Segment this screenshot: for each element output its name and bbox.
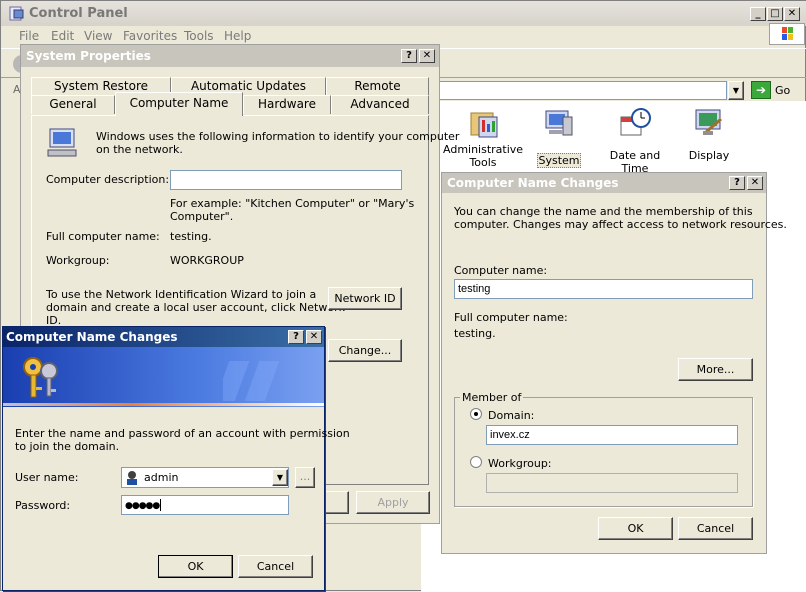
computer-network-icon [46, 126, 80, 160]
menu-view[interactable]: View [84, 29, 112, 43]
close-button[interactable]: ✕ [747, 176, 763, 190]
go-label[interactable]: Go [775, 84, 790, 97]
credentials-intro-1: Enter the name and password of an accoun… [15, 427, 350, 440]
workgroup-radio[interactable] [470, 456, 482, 468]
tab-remote[interactable]: Remote [326, 77, 429, 95]
username-label: User name: [15, 471, 79, 484]
banner-orange-stripe [3, 403, 324, 406]
windows-logo-icon [769, 23, 805, 45]
ok-button[interactable]: OK [158, 555, 233, 578]
full-computer-name-value: testing. [454, 327, 496, 340]
computer-description-input[interactable] [170, 170, 402, 190]
wizard-text-2: domain and create a local user account, … [46, 301, 345, 314]
cancel-button[interactable]: Cancel [678, 517, 753, 540]
example-text-2: Computer". [170, 210, 234, 223]
wizard-text-1: To use the Network Identification Wizard… [46, 288, 317, 301]
menu-tools[interactable]: Tools [184, 29, 214, 43]
tab-general[interactable]: General [31, 95, 115, 114]
member-of-label: Member of [460, 391, 524, 404]
domain-label[interactable]: Domain: [488, 409, 534, 422]
credentials-banner [3, 347, 324, 407]
user-icon [125, 470, 139, 485]
system-properties-titlebar[interactable]: System Properties [21, 45, 439, 67]
banner-watermark-icon [214, 351, 293, 405]
password-label: Password: [15, 499, 71, 512]
computer-name-changes-titlebar[interactable]: Computer Name Changes [442, 173, 766, 193]
workgroup-label: Workgroup: [46, 254, 110, 267]
intro-text-2: on the network. [96, 143, 183, 156]
username-value: admin [144, 471, 179, 484]
username-combobox[interactable]: admin [121, 467, 289, 488]
minimize-button[interactable]: _ [750, 7, 766, 21]
network-id-button[interactable]: Network ID [328, 287, 402, 310]
intro-text-1: You can change the name and the membersh… [454, 205, 753, 218]
radio-dot [474, 412, 478, 416]
password-input[interactable]: ●●●●● [121, 495, 289, 515]
system-item[interactable]: System [533, 107, 589, 171]
help-button[interactable]: ? [401, 49, 417, 63]
close-button[interactable]: ✕ [306, 330, 322, 344]
workgroup-input[interactable] [486, 473, 738, 493]
domain-input[interactable] [486, 425, 738, 445]
window-title: Control Panel [29, 6, 128, 21]
help-button[interactable]: ? [288, 330, 304, 344]
keys-icon [17, 353, 67, 401]
computer-name-input[interactable] [454, 279, 753, 299]
system-label: System [537, 153, 581, 168]
intro-text-1: Windows uses the following information t… [96, 130, 460, 143]
username-dropdown-button[interactable]: ▼ [272, 469, 288, 486]
computer-name-changes-dialog: Computer Name Changes ? ✕ You can change… [441, 172, 787, 554]
date-time-icon [619, 107, 651, 139]
browse-button[interactable]: ... [295, 467, 315, 488]
intro-text-2: computer. Changes may affect access to n… [454, 218, 787, 231]
workgroup-label[interactable]: Workgroup: [488, 457, 552, 470]
address-input[interactable] [437, 81, 727, 100]
menu-file[interactable]: File [19, 29, 39, 43]
menu-help[interactable]: Help [224, 29, 251, 43]
computer-name-label: Computer name: [454, 264, 548, 277]
tab-computer-name[interactable]: Computer Name [115, 92, 243, 116]
full-computer-name-label: Full computer name: [46, 230, 160, 243]
credentials-titlebar[interactable]: Computer Name Changes [3, 327, 324, 347]
close-button[interactable]: ✕ [419, 49, 435, 63]
display-item[interactable]: Display [679, 107, 739, 171]
more-button[interactable]: More... [678, 358, 753, 381]
system-icon [543, 107, 575, 139]
admin-tools-label-2: Tools [469, 156, 497, 169]
password-value: ●●●●● [125, 501, 160, 511]
address-dropdown-button[interactable]: ▼ [728, 81, 744, 100]
control-panel-titlebar[interactable]: Control Panel [1, 1, 806, 26]
help-button[interactable]: ? [729, 176, 745, 190]
menu-edit[interactable]: Edit [51, 29, 74, 43]
cancel-button-partial[interactable] [321, 491, 349, 514]
example-text-1: For example: "Kitchen Computer" or "Mary… [170, 197, 415, 210]
computer-description-label: Computer description: [46, 173, 170, 186]
text-cursor [160, 499, 162, 511]
display-icon [693, 107, 725, 139]
display-label: Display [688, 149, 730, 162]
admin-tools-icon [469, 107, 501, 139]
maximize-button[interactable]: □ [767, 7, 783, 21]
tab-advanced[interactable]: Advanced [331, 95, 429, 114]
dialog-title: Computer Name Changes [447, 176, 619, 190]
dialog-title: Computer Name Changes [6, 330, 178, 344]
dialog-title: System Properties [26, 49, 151, 63]
admin-tools-label-1: Administrative [443, 143, 524, 156]
close-button[interactable]: ✕ [784, 7, 800, 21]
apply-button[interactable]: Apply [356, 491, 430, 514]
cancel-button[interactable]: Cancel [238, 555, 313, 578]
date-time-item[interactable]: Date and Time [597, 107, 673, 175]
domain-radio[interactable] [470, 408, 482, 420]
domain-credentials-dialog: Computer Name Changes ? ✕ Enter the name… [2, 326, 350, 591]
credentials-intro-2: to join the domain. [15, 440, 120, 453]
change-button[interactable]: Change... [328, 339, 402, 362]
ok-button[interactable]: OK [598, 517, 673, 540]
go-arrow-icon[interactable]: ➔ [751, 81, 771, 99]
full-computer-name-value: testing. [170, 230, 212, 243]
full-computer-name-label: Full computer name: [454, 311, 568, 324]
menu-favorites[interactable]: Favorites [123, 29, 177, 43]
tab-hardware[interactable]: Hardware [243, 95, 331, 114]
control-panel-window-icon [9, 6, 25, 21]
workgroup-value: WORKGROUP [170, 254, 244, 267]
